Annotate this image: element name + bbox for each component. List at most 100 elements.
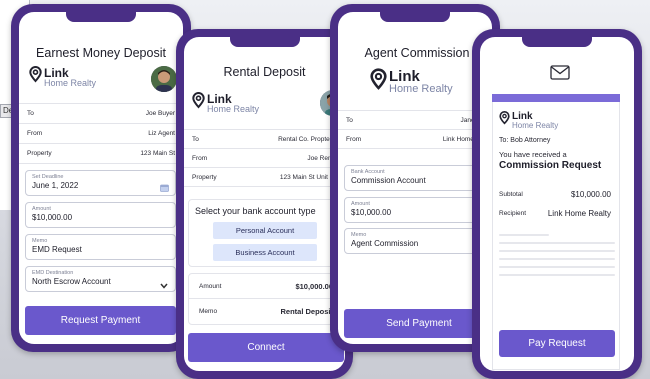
details-list: To Joe Buyer From Liz Agent Property 123 Ma… [19,103,183,164]
row-value: Rental Co. Propterie [278,135,337,143]
calendar-icon[interactable] [160,179,169,197]
logo-word: Link [512,110,533,122]
memo-field[interactable]: Memo Agent Commission [344,228,492,254]
detail-row-property: Property 123 Main St Unit 20 [184,168,345,187]
personal-account-option[interactable]: Personal Account [213,222,317,239]
map-pin-icon [499,110,510,130]
logo-word: Link [389,68,420,85]
summary-label: Amount [199,282,222,290]
field-label: Set Deadline [32,174,64,180]
field-value: $10,000.00 [32,213,73,222]
map-pin-icon [29,65,42,88]
row-value: Joe Buyer [145,110,175,117]
logo-word: Link [207,91,232,106]
field-label: Memo [351,232,367,238]
subtotal-value: $10,000.00 [570,190,611,199]
row-value: 123 Main St Unit 20 [279,173,337,181]
row-label: To [192,135,199,143]
amount-field[interactable]: Amount $10,000.00 [344,197,492,223]
business-account-option[interactable]: Business Account [213,244,317,261]
placeholder-line [499,234,549,236]
request-card: Link Home Realty To: Bob Attorney You ha… [492,94,620,370]
phone-screen: Earnest Money Deposit Link Home Realty T… [19,12,183,344]
link-logo: Link Home Realty [370,68,453,96]
row-label: To [27,110,34,117]
field-label: EMD Destination [32,270,74,276]
details-list: To Rental Co. Propterie From Joe Rente Pro… [184,129,345,187]
summary-row-amount: Amount $10,000.00 [189,274,343,299]
recipient-to: To: Bob Attorney [499,137,551,144]
phone-notch [229,37,300,47]
received-text: You have received a [499,150,567,159]
field-value: North Escrow Account [32,277,111,286]
card-header-bar [492,94,620,102]
page-title: Earnest Money Deposit [36,46,166,60]
summary-label: Memo [199,308,218,315]
phone-screen: Rental Deposit Link Home Realty To Rental… [184,37,345,371]
row-label: To [346,116,353,124]
subtotal-label: Subtotal [499,191,523,198]
phone-rental-deposit: Rental Deposit Link Home Realty To Rental… [176,29,353,379]
logo-subtitle: Home Realty [512,120,559,130]
request-payment-button[interactable]: Request Payment [25,306,176,335]
phone-notch [380,12,450,22]
emd-destination-select[interactable]: EMD Destination North Escrow Account [25,266,176,292]
field-label: Amount [351,201,370,207]
row-label: Property [27,150,52,157]
summary-value: Rental Deposit [280,307,333,316]
placeholder-line [499,274,615,276]
link-logo: Link Home Realty [192,91,260,114]
logo-subtitle: Home Realty [207,103,260,114]
field-value: June 1, 2022 [32,181,79,190]
link-logo: Link Home Realty [29,65,97,88]
phone-earnest-money-deposit: Earnest Money Deposit Link Home Realty T… [11,4,191,352]
connect-button[interactable]: Connect [188,333,344,362]
logo-subtitle: Home Realty [44,77,97,88]
map-pin-icon [370,68,387,96]
summary-row-memo: Memo Rental Deposit [189,299,343,324]
detail-row-to: ToJane Ag [338,111,492,130]
row-label: From [346,135,362,143]
phone-notch [522,37,592,47]
placeholder-line [499,258,615,260]
detail-row-from: From Link Home Re [338,130,492,149]
placeholder-line [499,242,615,244]
field-value: $10,000.00 [351,208,392,217]
summary-value: $10,000.00 [295,281,333,291]
field-label: Amount [32,206,51,212]
page-title: Rental Deposit [223,65,306,79]
account-type-panel: Select your bank account type Personal A… [188,199,344,267]
request-heading: Commission Request [499,160,602,171]
phone-screen: Agent Commission Link Home Realty To Jane… [338,12,492,344]
recipient-value: Link Home Realty [547,209,611,218]
phone-notch [66,12,136,22]
amount-field[interactable]: Amount $10,000.00 [25,202,176,228]
detail-row-from: From Joe Rente [184,149,345,168]
payment-summary: Amount $10,000.00 Memo Rental Deposit [188,273,344,325]
detail-row-to: To Joe Buyer [19,104,183,124]
field-value: EMD Request [32,245,82,254]
phone-commission-request: Link Home Realty To: Bob Attorney You ha… [472,29,642,379]
link-logo: Link Home Realty [499,110,559,130]
envelope-icon [550,65,570,85]
avatar [151,66,177,92]
chevron-down-icon[interactable] [160,276,168,294]
details-list: ToJane Ag FromLink Home Re [338,110,492,149]
logo-subtitle: Home Realty [389,83,453,95]
field-value: Agent Commission [351,239,419,248]
select-account-prompt: Select your bank account type [195,206,316,216]
recipient-label: Recipient [499,210,527,217]
deadline-field[interactable]: Set Deadline June 1, 2022 [25,170,176,196]
phone-screen: Link Home Realty To: Bob Attorney You ha… [480,37,634,371]
row-label: Property [192,173,217,181]
detail-row-to: To Rental Co. Propterie [184,130,345,149]
bank-account-field[interactable]: Bank Account Commission Account [344,165,492,191]
memo-field[interactable]: Memo EMD Request [25,234,176,260]
placeholder-line [499,266,615,268]
map-pin-icon [192,91,205,114]
row-label: From [27,130,43,137]
send-payment-button[interactable]: Send Payment [344,309,492,338]
pay-request-button[interactable]: Pay Request [499,330,615,357]
field-label: Memo [32,238,48,244]
field-value: Commission Account [351,176,426,185]
